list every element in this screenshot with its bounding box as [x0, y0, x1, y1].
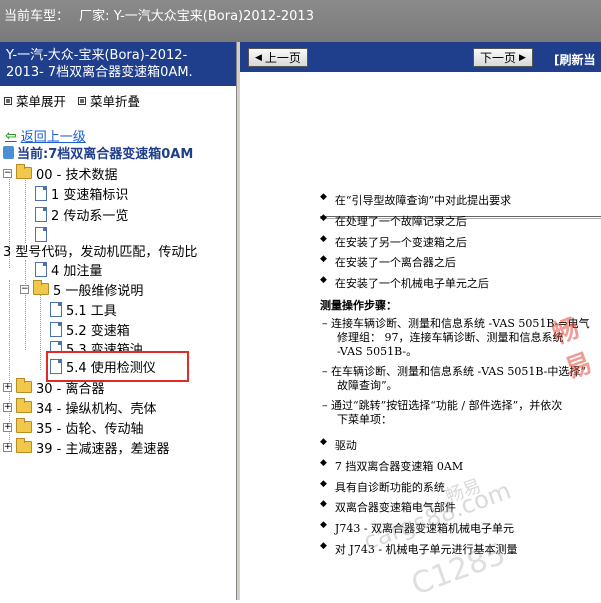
step-line: 故障查询”。: [337, 379, 398, 392]
tree-node-34[interactable]: + 34 - 操纵机构、壳体: [3, 397, 157, 417]
tree-node-label: 3 型号代码，发动机匹配，传动比: [3, 244, 198, 260]
navigation-panel: Y-一汽-大众-宝来(Bora)-2012- 2013- 7档双离合器变速箱0A…: [0, 42, 237, 600]
tree-node-label: 4 加注量: [51, 263, 103, 279]
tree-node-5-4-selected[interactable]: 5.4 使用检测仪: [46, 351, 189, 382]
tree-node-label: 30 - 离合器: [36, 381, 105, 397]
document-icon: [50, 301, 62, 317]
step-line: 下菜单项：: [337, 413, 392, 426]
expand-node-icon[interactable]: +: [3, 442, 12, 452]
tree-node-30[interactable]: + 30 - 离合器: [3, 377, 105, 397]
vendor-label: 厂家:: [79, 9, 110, 24]
folder-icon: [16, 418, 32, 433]
arrow-left-icon: ◀: [255, 52, 262, 63]
tree-node-label: 2 传动系一览: [51, 208, 129, 224]
expand-menu-label: 菜单展开: [16, 94, 67, 109]
tree-node-35[interactable]: + 35 - 齿轮、传动轴: [3, 417, 144, 437]
tree-node-label: 00 - 技术数据: [36, 167, 118, 183]
tree-node-label: 35 - 齿轮、传动轴: [36, 421, 144, 437]
tree-node-39[interactable]: + 39 - 主减速器，差速器: [3, 437, 170, 457]
next-page-button[interactable]: 下一页 ▶: [473, 48, 533, 67]
tree-node-2[interactable]: 2 传动系一览: [35, 204, 128, 224]
expand-node-icon[interactable]: +: [3, 382, 12, 392]
condition-item: ◆ 在安装了另一个变速箱之后: [320, 234, 467, 249]
steps-heading: 测量操作步骤：: [320, 299, 397, 312]
document-icon: [50, 359, 62, 374]
refresh-link[interactable]: [刷新当: [554, 51, 596, 68]
tree-node-00[interactable]: − 00 - 技术数据: [3, 163, 118, 183]
step-line: 修理组： 97，连接车辆诊断、测量和信息系统: [337, 331, 564, 344]
tree-node-4[interactable]: 4 加注量: [35, 259, 102, 279]
tree-node-label: 5.2 变速箱: [66, 323, 130, 339]
collapse-menu-button[interactable]: 菜单折叠: [78, 91, 140, 110]
current-node: 当前:7档双离合器变速箱0AM: [3, 143, 193, 162]
tree-node-label: 5 一般维修说明: [53, 283, 144, 299]
tree-node-label: 39 - 主减速器，差速器: [36, 441, 170, 457]
document-icon: [35, 185, 47, 201]
content-panel: ◀ 上一页 下一页 ▶ [刷新当 ◆ 在“引导型故障查询”中对此提出要求 ◆ 在处理…: [240, 42, 601, 603]
panel-title-line2: 2013- 7档双离合器变速箱0AM.: [6, 65, 193, 80]
collapse-menu-label: 菜单折叠: [90, 94, 141, 109]
condition-item: ◆ 在“引导型故障查询”中对此提出要求: [320, 192, 512, 207]
tree-node-5[interactable]: − 5 一般维修说明: [20, 279, 143, 299]
condition-item: ◆ 在处理了一个故障记录之后: [320, 213, 467, 228]
document-icon: [50, 321, 62, 337]
folder-icon: [16, 398, 32, 413]
vehicle-name: Y-一汽大众宝来(Bora)2012-2013: [113, 9, 314, 24]
condition-item: ◆ 在安装了一个机械电子单元之后: [320, 275, 489, 290]
step-line: – 连接车辆诊断、测量和信息系统 -VAS 5051B-⇒电气: [322, 317, 590, 330]
collapse-node-icon[interactable]: −: [3, 168, 12, 178]
tree-node-label: 34 - 操纵机构、壳体: [36, 401, 157, 417]
current-node-label: 当前:7档双离合器变速箱0AM: [17, 147, 194, 162]
tree-node-label: 1 变速箱标识: [51, 187, 129, 203]
folder-open-icon: [33, 280, 49, 295]
folder-icon: [16, 438, 32, 453]
condition-item: ◆ 在安装了一个离合器之后: [320, 254, 456, 269]
back-arrow-icon: ⇦: [5, 127, 17, 144]
arrow-right-icon: ▶: [519, 52, 526, 63]
expand-node-icon[interactable]: +: [3, 402, 12, 412]
step-line: – 通过“跳转”按钮选择“功能 / 部件选择”，并依次: [322, 399, 563, 412]
panel-title: Y-一汽-大众-宝来(Bora)-2012- 2013- 7档双离合器变速箱0A…: [0, 42, 236, 86]
prev-page-button[interactable]: ◀ 上一页: [248, 48, 308, 67]
step-line: – 在车辆诊断、测量和信息系统 -VAS 5051B-中选择“: [322, 365, 587, 378]
expand-node-icon[interactable]: +: [3, 422, 12, 432]
step-line: -VAS 5051B-。: [337, 345, 418, 358]
menu-path-item: ◆ 驱动: [320, 437, 357, 452]
expand-menu-button[interactable]: 菜单展开: [4, 91, 66, 110]
tree-node-1[interactable]: 1 变速箱标识: [35, 183, 128, 203]
expand-icon: [4, 96, 12, 105]
tree-node-5-2[interactable]: 5.2 变速箱: [50, 319, 130, 339]
menu-toggle-bar: 菜单展开 菜单折叠: [0, 86, 236, 115]
menu-path-item: ◆ 双离合器变速箱电气部件: [320, 499, 456, 514]
tree-node-label: 5.4 使用检测仪: [66, 361, 156, 376]
next-page-label: 下一页: [480, 51, 517, 65]
document-icon: [35, 261, 47, 277]
tree-node-label: 5.1 工具: [66, 303, 117, 319]
tree-node-3[interactable]: 3 型号代码，发动机匹配，传动比: [3, 240, 197, 260]
menu-path-item: ◆ J743 - 双离合器变速箱机械电子单元: [320, 520, 515, 535]
current-model-label: 当前车型：: [4, 9, 70, 24]
collapse-node-icon[interactable]: −: [20, 284, 29, 294]
page-nav-bar: ◀ 上一页 下一页 ▶ [刷新当: [240, 42, 601, 72]
menu-path-item: ◆ 对 J743 - 机械电子单元进行基本测量: [320, 541, 518, 556]
menu-path-item: ◆ 7 挡双离合器变速箱 0AM: [320, 458, 464, 473]
tree-node-5-1[interactable]: 5.1 工具: [50, 299, 117, 319]
collapse-icon: [78, 96, 87, 105]
folder-icon: [16, 378, 32, 393]
panel-title-line1: Y-一汽-大众-宝来(Bora)-2012-: [6, 48, 188, 63]
prev-page-label: 上一页: [264, 51, 301, 65]
menu-path-item: ◆ 具有自诊断功能的系统: [320, 479, 445, 494]
top-status-bar: 当前车型： 厂家: Y-一汽大众宝来(Bora)2012-2013: [0, 0, 601, 42]
folder-open-icon: [16, 164, 32, 179]
document-icon: [35, 206, 47, 222]
gauge-icon: [3, 146, 14, 159]
